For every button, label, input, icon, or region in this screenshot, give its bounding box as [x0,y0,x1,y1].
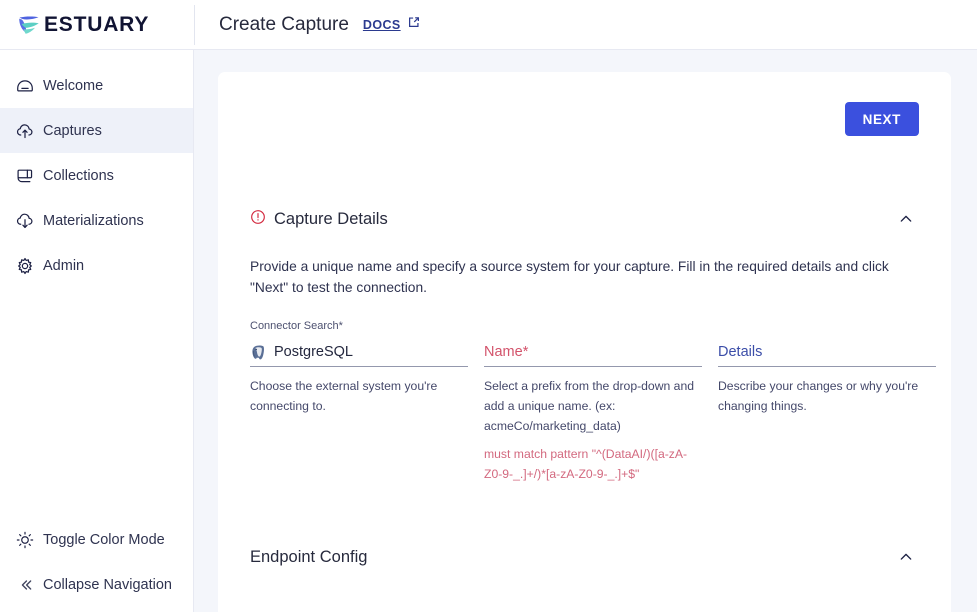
name-field-label: Name* [484,344,528,360]
sidebar: Welcome Captures Collections [0,50,194,612]
name-input[interactable]: Name* [484,338,702,367]
collapse-navigation-button[interactable]: Collapse Navigation [0,562,193,607]
name-helper: Select a prefix from the drop-down and a… [484,376,702,436]
cloud-download-icon [8,211,42,231]
page-title: Create Capture [219,14,349,36]
endpoint-config-title-wrap: Endpoint Config [250,548,367,567]
sidebar-item-collections[interactable]: Collections [0,153,193,198]
capture-details-title-wrap: Capture Details [250,209,388,230]
sun-icon [8,530,42,550]
sidebar-item-label: Welcome [43,78,103,94]
capture-details-description: Provide a unique name and specify a sour… [250,256,910,298]
capture-details-title: Capture Details [274,210,388,229]
connector-search-field: Connector Search* PostgreSQL Choose the … [250,320,468,484]
docs-link[interactable]: DOCS [363,15,421,34]
connector-search-value: PostgreSQL [274,344,353,360]
brand-logo[interactable]: ESTUARY [0,0,194,50]
docs-link-label: DOCS [363,18,401,32]
details-input[interactable]: Details [718,338,936,367]
postgresql-icon [250,344,267,361]
main-content: NEXT Capture Details Provide a [194,50,977,612]
name-error-message: must match pattern "^(DataAI/)([a-zA-Z0-… [484,444,702,484]
details-field-spacer [718,320,936,338]
sidebar-footer-nav: Toggle Color Mode Collapse Navigation [0,517,193,607]
external-link-icon [407,15,421,34]
endpoint-config-title: Endpoint Config [250,548,367,567]
connector-search-label: Connector Search* [250,320,468,334]
details-field: Details Describe your changes or why you… [718,320,936,484]
cloud-upload-icon [8,121,42,141]
capture-details-header[interactable]: Capture Details [250,206,919,232]
name-field: Name* Select a prefix from the drop-down… [484,320,702,484]
sidebar-item-captures[interactable]: Captures [0,108,193,153]
home-icon [8,76,42,96]
next-button[interactable]: NEXT [845,102,919,136]
sidebar-primary-nav: Welcome Captures Collections [0,50,193,288]
sidebar-footer-label: Collapse Navigation [43,577,172,593]
details-helper: Describe your changes or why you're chan… [718,376,936,416]
error-circle-icon [250,209,266,230]
details-field-label: Details [718,344,762,360]
sidebar-item-welcome[interactable]: Welcome [0,63,193,108]
sidebar-item-materializations[interactable]: Materializations [0,198,193,243]
top-bar: ESTUARY Create Capture DOCS [0,0,977,50]
capture-details-form: Connector Search* PostgreSQL Choose the … [250,320,919,484]
sidebar-item-label: Captures [43,123,102,139]
endpoint-config-header[interactable]: Endpoint Config [250,544,919,570]
sidebar-item-admin[interactable]: Admin [0,243,193,288]
sidebar-item-label: Collections [43,168,114,184]
estuary-leaf-logo-icon [16,12,42,38]
chevron-up-icon[interactable] [893,206,919,232]
sidebar-footer-label: Toggle Color Mode [43,532,165,548]
next-button-row: NEXT [250,94,919,136]
header-divider [194,5,195,45]
collections-icon [8,166,42,186]
chevron-up-icon[interactable] [893,544,919,570]
name-field-spacer [484,320,702,338]
toggle-color-mode-button[interactable]: Toggle Color Mode [0,517,193,562]
connector-search-input[interactable]: PostgreSQL [250,338,468,367]
create-capture-card: NEXT Capture Details Provide a [218,72,951,612]
gear-icon [8,256,42,276]
brand-name: ESTUARY [44,13,149,37]
sidebar-item-label: Admin [43,258,84,274]
sidebar-item-label: Materializations [43,213,144,229]
connector-search-helper: Choose the external system you're connec… [250,376,468,416]
chevron-double-left-icon [8,575,42,595]
